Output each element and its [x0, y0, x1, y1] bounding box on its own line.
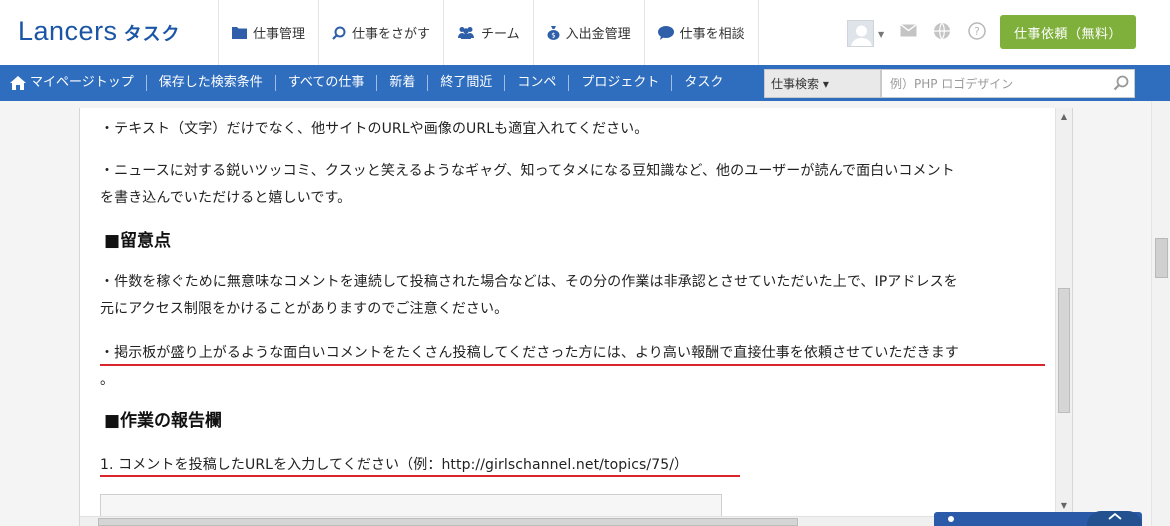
- search-icon: [332, 26, 346, 40]
- team-icon: [458, 27, 475, 39]
- task-description-frame: ・テキスト（文字）だけでなく、他サイトのURLや画像のURLも適宜入れてください…: [79, 108, 1073, 526]
- paragraph: 。: [100, 372, 115, 388]
- section-heading: ■留意点: [104, 231, 172, 251]
- scroll-to-top-button[interactable]: [1087, 511, 1142, 526]
- nav-item-job-management[interactable]: 仕事管理: [218, 0, 318, 65]
- logo-sub-text: タスク: [123, 24, 181, 45]
- content-horizontal-scrollbar[interactable]: [80, 516, 1055, 526]
- section-heading: ■作業の報告欄: [104, 411, 223, 431]
- subnav-label: マイページトップ: [30, 75, 134, 90]
- user-silhouette-icon: [851, 25, 872, 46]
- global-nav: 仕事管理 仕事をさがす チーム $ 入出金管理 仕事を相談: [218, 0, 759, 65]
- search-type-select[interactable]: 仕事検索 ▾: [764, 69, 881, 98]
- money-bag-icon: $: [547, 26, 560, 40]
- subnav-item-task[interactable]: タスク: [671, 75, 735, 91]
- scroll-up-arrow[interactable]: ▲: [1056, 108, 1072, 124]
- highlighted-paragraph: ・掲示板が盛り上がるような面白いコメントをたくさん投稿してくださった方には、より…: [100, 345, 959, 361]
- red-underline: [100, 475, 740, 477]
- scroll-thumb[interactable]: [1058, 288, 1070, 413]
- subnav-item-new[interactable]: 新着: [376, 75, 427, 91]
- subnav-item-saved-search[interactable]: 保存した検索条件: [145, 75, 275, 91]
- search-button[interactable]: [1109, 71, 1133, 95]
- search-input[interactable]: 例）PHP ロゴデザイン: [881, 69, 1135, 98]
- subnav-item-contest[interactable]: コンペ: [504, 75, 568, 91]
- subnav-item-ending-soon[interactable]: 終了間近: [427, 75, 504, 91]
- nav-label: 入出金管理: [565, 27, 631, 42]
- paragraph: 元にアクセス制限をかけることがありますのでご注意ください。: [100, 301, 509, 317]
- nav-item-consult[interactable]: 仕事を相談: [643, 0, 759, 65]
- chevron-down-icon[interactable]: ▼: [878, 30, 884, 39]
- mail-icon[interactable]: [900, 24, 917, 37]
- scroll-thumb[interactable]: [1155, 238, 1168, 278]
- top-header: Lancers タスク 仕事管理 仕事をさがす チーム $ 入出金管理 仕事を相…: [0, 0, 1170, 65]
- chevron-up-icon: [1107, 512, 1122, 520]
- subnav-item-project[interactable]: プロジェクト: [568, 75, 671, 91]
- paragraph: ・ニュースに対する鋭いツッコミ、クスッと笑えるようなギャグ、知ってタメになる豆知…: [100, 163, 955, 179]
- user-icon: [948, 516, 954, 522]
- folder-icon: [232, 27, 247, 39]
- search-icon: [1113, 75, 1129, 91]
- svg-text:$: $: [551, 32, 555, 40]
- avatar[interactable]: [847, 20, 874, 47]
- scroll-thumb[interactable]: [98, 518, 798, 526]
- paragraph: ・テキスト（文字）だけでなく、他サイトのURLや画像のURLも適宜入れてください…: [100, 121, 649, 137]
- page-scrollbar[interactable]: [1151, 101, 1170, 526]
- nav-label: 仕事管理: [253, 27, 306, 42]
- lancers-task-logo[interactable]: Lancers タスク: [18, 16, 181, 48]
- scroll-down-arrow[interactable]: ▼: [1056, 497, 1072, 513]
- svg-text:?: ?: [974, 25, 980, 38]
- content-vertical-scrollbar[interactable]: ▲ ▼: [1055, 108, 1072, 513]
- nav-label: 仕事をさがす: [352, 27, 431, 42]
- red-underline: [100, 364, 1045, 366]
- paragraph: を書き込んでいただけると嬉しいです。: [100, 190, 352, 206]
- subnav-item-all-jobs[interactable]: すべての仕事: [274, 75, 377, 91]
- help-icon[interactable]: ?: [968, 22, 986, 40]
- paragraph: ・件数を稼ぐために無意味なコメントを連続して投稿された場合などは、その分の作業は…: [100, 274, 958, 290]
- nav-label: チーム: [481, 27, 520, 42]
- nav-item-payments[interactable]: $ 入出金管理: [532, 0, 644, 65]
- nav-item-team[interactable]: チーム: [443, 0, 533, 65]
- chat-bubble-icon: [657, 25, 674, 40]
- subnav-item-mypage[interactable]: マイページトップ: [0, 75, 146, 91]
- nav-item-find-jobs[interactable]: 仕事をさがす: [318, 0, 443, 65]
- globe-icon[interactable]: [933, 22, 951, 40]
- home-icon: [10, 76, 26, 90]
- logo-main-text: Lancers: [18, 16, 118, 46]
- request-job-button[interactable]: 仕事依頼（無料）: [1000, 15, 1136, 49]
- nav-label: 仕事を相談: [679, 27, 745, 42]
